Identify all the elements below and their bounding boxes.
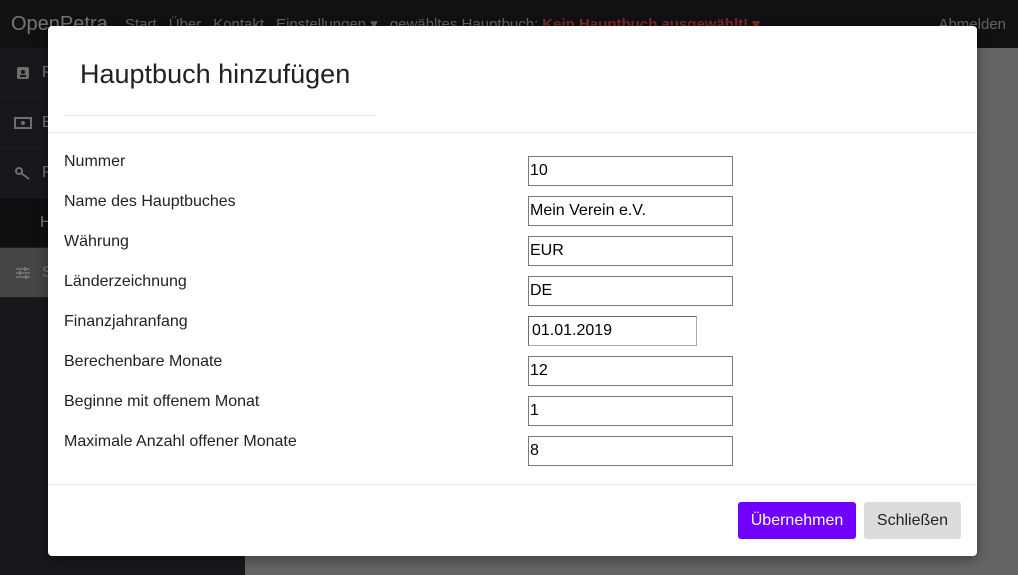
field-label-max-open-months: Maximale Anzahl offener Monate bbox=[64, 433, 297, 450]
start-open-month-input[interactable] bbox=[528, 396, 733, 426]
modal-header: Hauptbuch hinzufügen bbox=[48, 26, 977, 133]
form-row-billable-months: Berechenbare Monate bbox=[48, 353, 977, 393]
field-label-start-open-month: Beginne mit offenem Monat bbox=[64, 393, 260, 410]
modal-body: Nummer Name des Hauptbuches Währung Länd… bbox=[48, 133, 977, 485]
form-row-number: Nummer bbox=[48, 153, 977, 193]
form-row-start-open-month: Beginne mit offenem Monat bbox=[48, 393, 977, 433]
form-row-ledger-name: Name des Hauptbuches bbox=[48, 193, 977, 233]
close-button[interactable]: Schließen bbox=[864, 502, 961, 539]
billable-months-input[interactable] bbox=[528, 356, 733, 386]
form-row-currency: Währung bbox=[48, 233, 977, 273]
apply-button[interactable]: Übernehmen bbox=[738, 502, 856, 539]
field-label-country: Länderzeichnung bbox=[64, 273, 187, 290]
currency-input[interactable] bbox=[528, 236, 733, 266]
field-label-ledger-name: Name des Hauptbuches bbox=[64, 193, 236, 210]
fiscal-year-start-date-input[interactable] bbox=[528, 316, 697, 346]
form-row-fiscal-year-start: Finanzjahranfang bbox=[48, 313, 977, 353]
field-label-billable-months: Berechenbare Monate bbox=[64, 353, 223, 370]
max-open-months-input[interactable] bbox=[528, 436, 733, 466]
add-ledger-dialog: Hauptbuch hinzufügen Nummer Name des Hau… bbox=[48, 26, 977, 556]
form-row-max-open-months: Maximale Anzahl offener Monate bbox=[48, 433, 977, 473]
title-divider bbox=[64, 115, 376, 116]
field-label-number: Nummer bbox=[64, 153, 126, 170]
ledger-name-input[interactable] bbox=[528, 196, 733, 226]
field-label-currency: Währung bbox=[64, 233, 129, 250]
country-input[interactable] bbox=[528, 276, 733, 306]
number-input[interactable] bbox=[528, 156, 733, 186]
modal-title: Hauptbuch hinzufügen bbox=[80, 59, 351, 89]
form-row-country: Länderzeichnung bbox=[48, 273, 977, 313]
modal-footer: Übernehmen Schließen bbox=[48, 485, 977, 555]
field-label-fiscal-year-start: Finanzjahranfang bbox=[64, 313, 188, 330]
